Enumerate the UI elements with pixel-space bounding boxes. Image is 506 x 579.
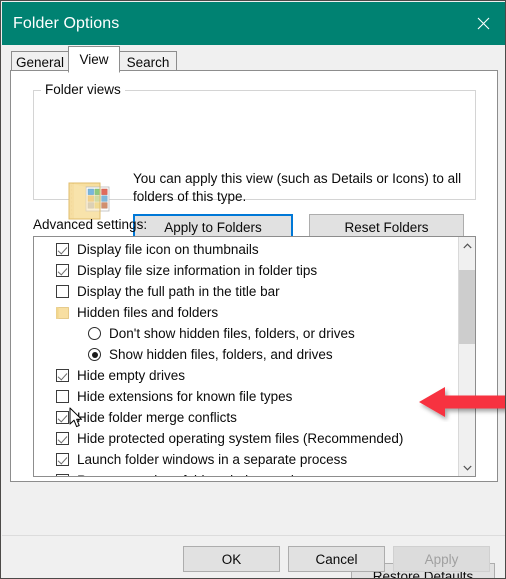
setting-checkbox[interactable]: [56, 285, 69, 298]
cancel-label: Cancel: [315, 551, 358, 567]
advanced-setting-row[interactable]: Hide protected operating system files (R…: [34, 428, 457, 449]
tab-strip: General View Search: [2, 45, 505, 73]
advanced-setting-row[interactable]: Launch folder windows in a separate proc…: [34, 449, 457, 470]
advanced-settings-scrollbar[interactable]: [458, 237, 475, 476]
setting-checkbox[interactable]: [56, 243, 69, 256]
setting-label: Don't show hidden files, folders, or dri…: [109, 326, 355, 341]
setting-checkbox[interactable]: [56, 411, 69, 424]
setting-label: Hidden files and folders: [77, 305, 219, 320]
advanced-setting-row[interactable]: Hide empty drives: [34, 365, 457, 386]
advanced-setting-row[interactable]: Show hidden files, folders, and drives: [34, 344, 457, 365]
ok-label: OK: [221, 551, 242, 567]
folder-views-description: You can apply this view (such as Details…: [133, 171, 462, 204]
scrollbar-thumb[interactable]: [459, 270, 475, 344]
setting-label: Launch folder windows in a separate proc…: [77, 452, 348, 467]
folder-options-dialog: Folder Options General View Search Folde…: [0, 0, 506, 579]
apply-button: Apply: [393, 546, 490, 572]
setting-checkbox[interactable]: [56, 390, 69, 403]
close-icon[interactable]: [460, 2, 505, 45]
setting-label: Hide protected operating system files (R…: [77, 431, 404, 446]
setting-checkbox[interactable]: [56, 453, 69, 466]
tab-general-label: General: [15, 54, 65, 70]
tab-view[interactable]: View: [68, 46, 120, 73]
advanced-settings-label: Advanced settings:: [33, 217, 148, 232]
chevron-down-icon[interactable]: [459, 459, 475, 476]
folder-views-legend: Folder views: [41, 82, 125, 97]
setting-label: Hide extensions for known file types: [77, 389, 293, 404]
advanced-setting-row[interactable]: Display file size information in folder …: [34, 260, 457, 281]
tab-search[interactable]: Search: [119, 51, 177, 72]
advanced-setting-row[interactable]: Hide extensions for known file types: [34, 386, 457, 407]
ok-button[interactable]: OK: [183, 546, 280, 572]
chevron-down-glyph: [462, 465, 472, 471]
advanced-setting-row[interactable]: Restore previous folder windows at logon: [34, 470, 457, 476]
advanced-settings-rows: Display file icon on thumbnails Display f…: [34, 237, 457, 476]
chevron-up-glyph: [462, 242, 472, 248]
setting-label: Display file size information in folder …: [77, 263, 318, 278]
setting-label: Hide empty drives: [77, 368, 186, 383]
folder-group-icon: [56, 306, 69, 319]
setting-label: Display the full path in the title bar: [77, 284, 280, 299]
advanced-setting-row[interactable]: Don't show hidden files, folders, or dri…: [34, 323, 457, 344]
apply-to-folders-label: Apply to Folders: [164, 219, 262, 235]
setting-checkbox[interactable]: [56, 432, 69, 445]
advanced-setting-row[interactable]: Display the full path in the title bar: [34, 281, 457, 302]
view-tab-page: Folder views You can apply this view (su…: [10, 70, 498, 578]
setting-checkbox[interactable]: [56, 264, 69, 277]
advanced-setting-row[interactable]: Display file icon on thumbnails: [34, 239, 457, 260]
chevron-up-icon[interactable]: [459, 237, 475, 254]
tab-general[interactable]: General: [11, 51, 69, 72]
title-bar: Folder Options: [2, 2, 505, 45]
setting-label: Restore previous folder windows at logon: [77, 473, 324, 476]
tab-search-label: Search: [126, 54, 170, 70]
setting-radio[interactable]: [88, 348, 101, 361]
apply-label: Apply: [424, 551, 459, 567]
window-title: Folder Options: [13, 14, 120, 32]
reset-folders-label: Reset Folders: [344, 219, 429, 235]
cancel-button[interactable]: Cancel: [288, 546, 385, 572]
footer-separator: [2, 535, 505, 536]
close-glyph: [477, 17, 489, 30]
setting-label: Display file icon on thumbnails: [77, 242, 259, 257]
advanced-setting-row[interactable]: Hidden files and folders: [34, 302, 457, 323]
setting-radio[interactable]: [88, 327, 101, 340]
setting-checkbox[interactable]: [56, 474, 69, 476]
setting-label: Hide folder merge conflicts: [77, 410, 237, 425]
setting-checkbox[interactable]: [56, 369, 69, 382]
advanced-settings-list[interactable]: Display file icon on thumbnails Display f…: [33, 236, 476, 477]
tab-view-label: View: [79, 52, 109, 67]
advanced-setting-row[interactable]: Hide folder merge conflicts: [34, 407, 457, 428]
setting-label: Show hidden files, folders, and drives: [109, 347, 333, 362]
